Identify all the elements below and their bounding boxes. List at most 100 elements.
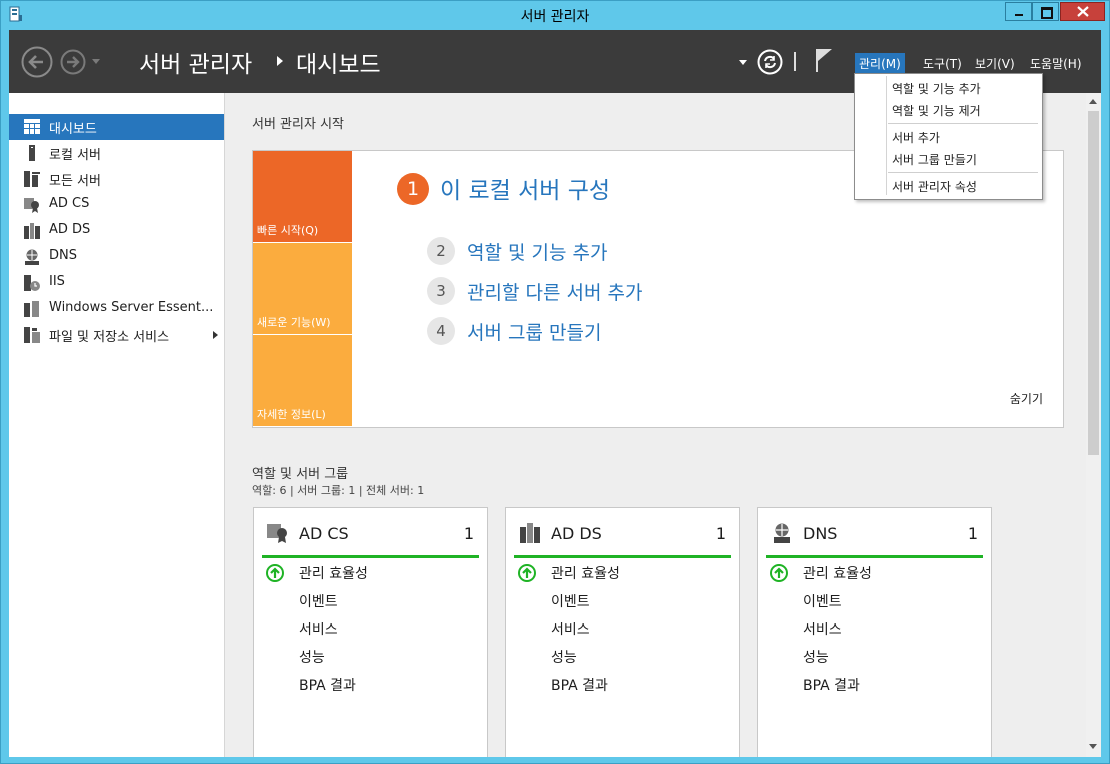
header-dropdown-icon[interactable] <box>739 60 747 65</box>
dropdown-gutter-line <box>886 76 887 195</box>
sidebar-item-windows-server-essentials[interactable]: Windows Server Essent... <box>9 296 224 322</box>
card-status-bar <box>766 555 983 558</box>
sidebar-item-label: 로컬 서버 <box>49 148 101 163</box>
menu-item-add-roles[interactable]: 역할 및 기능 추가 <box>892 80 981 97</box>
card-server-count[interactable]: 1 <box>716 524 726 543</box>
menu-item-remove-roles[interactable]: 역할 및 기능 제거 <box>892 102 981 119</box>
sidebar-item-ad-ds[interactable]: AD DS <box>9 218 224 244</box>
card-row-bpa-results[interactable]: BPA 결과 <box>299 675 356 695</box>
menu-manage[interactable]: 관리(M) <box>855 53 905 74</box>
back-arrow-icon[interactable] <box>21 46 53 78</box>
scroll-up-arrow-icon[interactable] <box>1089 99 1097 104</box>
tile-label: 빠른 시작(Q) <box>257 224 319 237</box>
sidebar-item-all-servers[interactable]: 모든 서버 <box>9 166 224 192</box>
card-row-services[interactable]: 서비스 <box>551 619 590 639</box>
sidebar-item-iis[interactable]: IIS <box>9 270 224 296</box>
ad-cs-icon <box>267 524 287 543</box>
menu-item-create-server-group[interactable]: 서버 그룹 만들기 <box>892 151 977 168</box>
card-server-count[interactable]: 1 <box>464 524 474 543</box>
dashboard-icon <box>24 119 40 134</box>
card-row-services[interactable]: 서비스 <box>803 619 842 639</box>
manage-dropdown-menu: 역할 및 기능 추가 역할 및 기능 제거 서버 추가 서버 그룹 만들기 서버… <box>854 73 1043 200</box>
sidebar-item-label: AD DS <box>49 222 91 237</box>
tile-learn-more[interactable]: 자세한 정보(L) <box>253 335 352 426</box>
notifications-flag-icon[interactable] <box>813 47 835 73</box>
dns-icon <box>25 249 39 265</box>
card-row-performance[interactable]: 성능 <box>551 647 577 667</box>
scrollbar-thumb[interactable] <box>1088 111 1099 455</box>
card-row-manageability[interactable]: 관리 효율성 <box>299 563 368 583</box>
sidebar-item-ad-cs[interactable]: AD CS <box>9 192 224 218</box>
local-server-icon <box>29 145 35 161</box>
card-row-manageability[interactable]: 관리 효율성 <box>551 563 620 583</box>
breadcrumb-root: 서버 관리자 <box>139 52 253 78</box>
card-row-services[interactable]: 서비스 <box>299 619 338 639</box>
refresh-icon[interactable] <box>757 49 783 75</box>
step-link-configure-local-server[interactable]: 이 로컬 서버 구성 <box>440 171 610 205</box>
sidebar-item-local-server[interactable]: 로컬 서버 <box>9 140 224 166</box>
sidebar-item-dashboard[interactable]: 대시보드 <box>9 114 224 140</box>
dropdown-separator <box>888 172 1038 173</box>
expand-arrow-icon[interactable] <box>213 331 218 339</box>
role-card-dns[interactable]: DNS 1 관리 효율성 이벤트 서비스 성능 BPA 결과 <box>757 507 992 757</box>
tile-whats-new[interactable]: 새로운 기능(W) <box>253 243 352 334</box>
sidebar-item-label: Windows Server Essent... <box>49 300 214 315</box>
scroll-down-arrow-icon[interactable] <box>1089 744 1097 749</box>
dropdown-separator <box>888 123 1038 124</box>
role-card-ad-cs[interactable]: AD CS 1 관리 효율성 이벤트 서비스 성능 BPA 결과 <box>253 507 488 757</box>
ad-ds-icon <box>520 523 540 543</box>
menu-view[interactable]: 보기(V) <box>971 53 1019 74</box>
roles-groups-summary: 역할: 6 | 서버 그룹: 1 | 전체 서버: 1 <box>252 484 425 497</box>
sidebar-item-file-storage[interactable]: 파일 및 저장소 서비스 <box>9 322 224 348</box>
sidebar: 대시보드 로컬 서버 모든 서버 AD CS AD DS DNS IIS Win… <box>9 93 225 757</box>
dns-icon <box>774 523 790 543</box>
card-server-count[interactable]: 1 <box>968 524 978 543</box>
card-row-events[interactable]: 이벤트 <box>803 591 842 611</box>
card-title[interactable]: AD CS <box>299 524 349 543</box>
sidebar-item-label: 대시보드 <box>49 122 97 137</box>
card-row-bpa-results[interactable]: BPA 결과 <box>803 675 860 695</box>
header-divider <box>794 52 796 71</box>
sidebar-item-dns[interactable]: DNS <box>9 244 224 270</box>
close-button[interactable] <box>1060 2 1105 21</box>
breadcrumb-current: 대시보드 <box>296 52 381 78</box>
step-number-badge: 3 <box>427 277 455 305</box>
card-row-bpa-results[interactable]: BPA 결과 <box>551 675 608 695</box>
step-link-add-roles[interactable]: 역할 및 기능 추가 <box>467 238 607 265</box>
sidebar-item-label: IIS <box>49 274 65 289</box>
maximize-button[interactable] <box>1032 2 1059 21</box>
step-link-create-group[interactable]: 서버 그룹 만들기 <box>467 318 601 345</box>
card-row-manageability[interactable]: 관리 효율성 <box>803 563 872 583</box>
maximize-icon <box>1041 7 1053 19</box>
step-link-add-servers[interactable]: 관리할 다른 서버 추가 <box>467 278 642 305</box>
menu-item-properties[interactable]: 서버 관리자 속성 <box>892 178 977 195</box>
windows-server-essentials-icon <box>24 301 39 317</box>
history-dropdown-icon[interactable] <box>91 58 101 66</box>
title-bar[interactable]: 서버 관리자 <box>0 0 1110 30</box>
hide-link[interactable]: 숨기기 <box>1010 390 1043 407</box>
all-servers-icon <box>24 171 40 187</box>
tile-label: 새로운 기능(W) <box>257 316 331 329</box>
file-storage-icon <box>24 327 40 343</box>
vertical-scrollbar[interactable] <box>1086 93 1101 757</box>
card-status-bar <box>262 555 479 558</box>
role-card-ad-ds[interactable]: AD DS 1 관리 효율성 이벤트 서비스 성능 BPA 결과 <box>505 507 740 757</box>
menu-tools[interactable]: 도구(T) <box>919 53 966 74</box>
sidebar-item-label: 모든 서버 <box>49 174 101 189</box>
minimize-button[interactable] <box>1005 2 1032 21</box>
menu-help[interactable]: 도움말(H) <box>1026 53 1086 74</box>
menu-item-add-servers[interactable]: 서버 추가 <box>892 129 940 146</box>
card-title[interactable]: AD DS <box>551 524 602 543</box>
card-row-performance[interactable]: 성능 <box>803 647 829 667</box>
tile-quick-start[interactable]: 빠른 시작(Q) <box>253 151 352 242</box>
card-row-events[interactable]: 이벤트 <box>299 591 338 611</box>
window-title: 서버 관리자 <box>520 9 590 25</box>
card-title[interactable]: DNS <box>803 524 837 543</box>
forward-arrow-icon[interactable] <box>60 49 86 75</box>
close-icon <box>1077 6 1089 17</box>
sidebar-item-label: 파일 및 저장소 서비스 <box>49 330 170 345</box>
minimize-icon <box>1015 14 1023 16</box>
welcome-section-title: 서버 관리자 시작 <box>252 117 344 132</box>
card-row-performance[interactable]: 성능 <box>299 647 325 667</box>
card-row-events[interactable]: 이벤트 <box>551 591 590 611</box>
